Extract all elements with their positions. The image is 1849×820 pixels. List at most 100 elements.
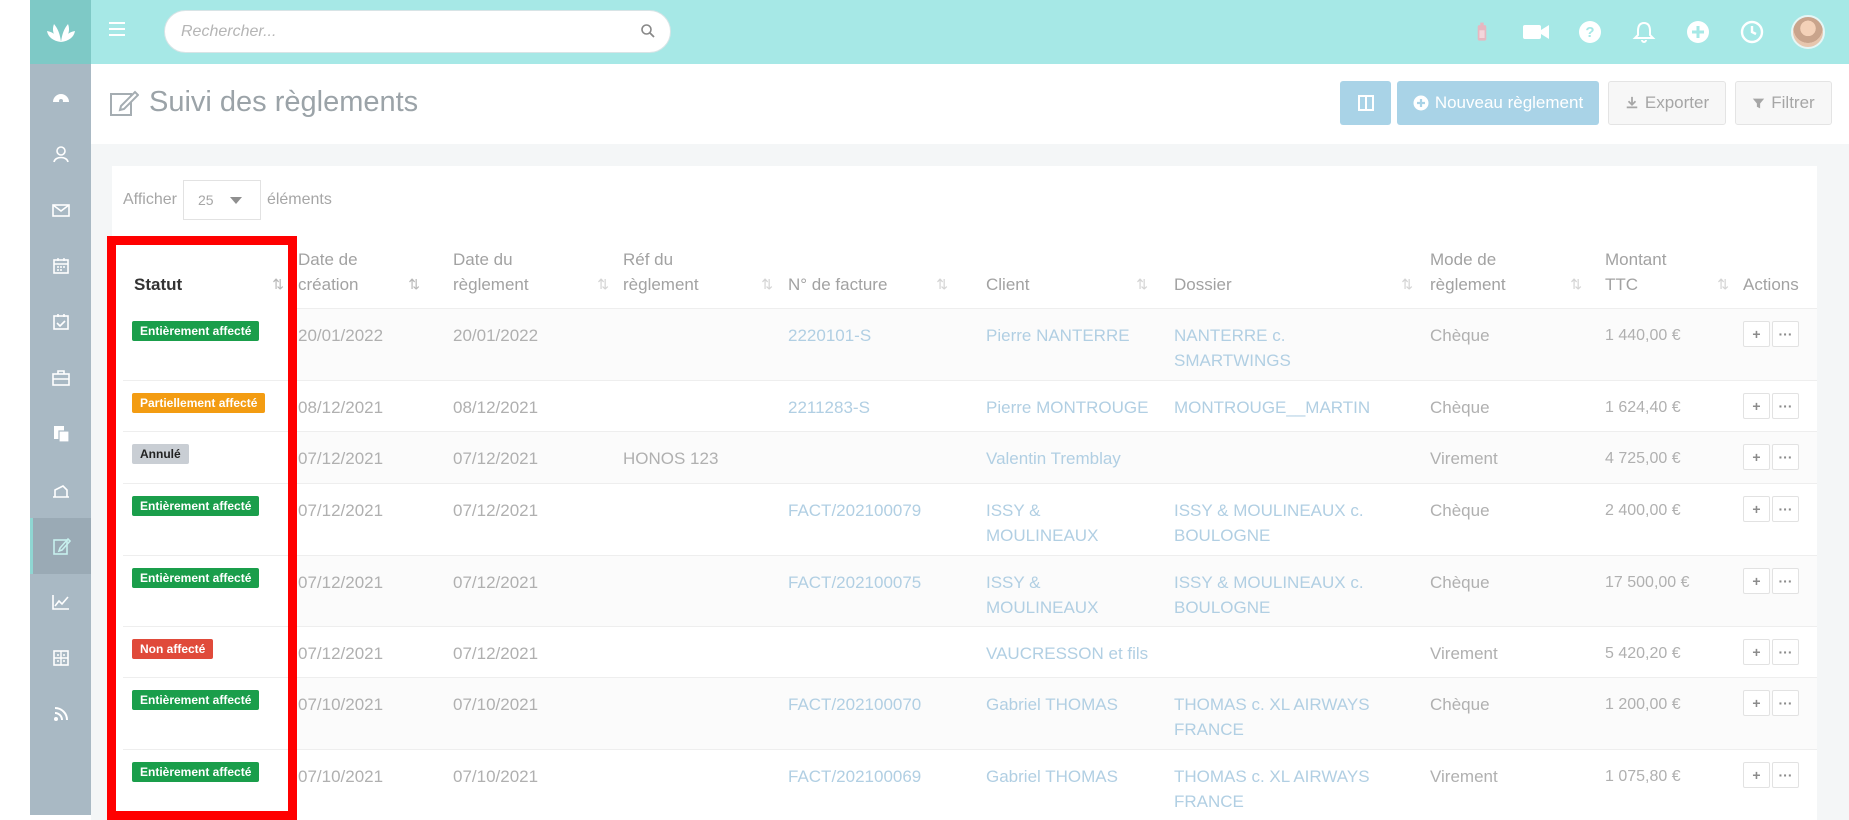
amount: 4 725,00 € <box>1605 450 1681 467</box>
client-link[interactable]: Valentin Tremblay <box>986 446 1121 471</box>
table-row[interactable]: Entièrement affecté 07/10/2021 07/10/202… <box>123 750 1817 820</box>
col-statut[interactable]: Statut ⇅ <box>123 234 294 309</box>
table-row[interactable]: Entièrement affecté 20/01/2022 20/01/202… <box>123 309 1817 381</box>
col-mode[interactable]: Mode de règlement ⇅ <box>1430 234 1582 309</box>
new-payment-label: Nouveau règlement <box>1434 93 1584 112</box>
page-length-select[interactable]: 25 <box>182 180 261 220</box>
table-row[interactable]: Entièrement affecté 07/12/2021 07/12/202… <box>123 556 1817 627</box>
dossier-name: ISSY & MOULINEAUX c. <box>1174 501 1364 520</box>
client-link[interactable]: VAUCRESSON et fils <box>986 641 1148 666</box>
more-action-button[interactable]: ··· <box>1772 444 1799 470</box>
history-button[interactable] <box>1737 17 1767 47</box>
sidebar-item-dashboard[interactable] <box>30 70 91 126</box>
sidebar-item-cases[interactable] <box>30 350 91 406</box>
client-link[interactable]: ISSY & MOULINEAUX <box>986 498 1098 548</box>
sidebar-item-documents[interactable] <box>30 406 91 462</box>
dossier-name: THOMAS c. XL AIRWAYS <box>1174 767 1370 786</box>
notifications-button[interactable] <box>1629 17 1659 47</box>
add-action-button[interactable]: + <box>1743 690 1770 716</box>
table-row[interactable]: Entièrement affecté 07/12/2021 07/12/202… <box>123 484 1817 556</box>
more-action-button[interactable]: ··· <box>1772 496 1799 522</box>
export-button[interactable]: Exporter <box>1608 81 1726 125</box>
add-action-button[interactable]: + <box>1743 568 1770 594</box>
sidebar-item-payments[interactable] <box>30 518 91 574</box>
columns-toggle-button[interactable] <box>1340 81 1391 125</box>
new-payment-button[interactable]: Nouveau règlement <box>1397 81 1599 125</box>
dossier-name: NANTERRE c. <box>1174 326 1286 345</box>
filter-button[interactable]: Filtrer <box>1735 81 1832 125</box>
col-ref[interactable]: Réf du règlement ⇅ <box>623 234 773 309</box>
status-badge: Entièrement affecté <box>132 762 260 782</box>
col-date-creation[interactable]: Date de création ⇅ <box>298 234 420 309</box>
avatar[interactable] <box>1791 15 1825 49</box>
dossier-link[interactable]: ISSY & MOULINEAUX c. BOULOGNE <box>1174 498 1364 548</box>
invoice-link[interactable]: FACT/202100070 <box>788 692 921 717</box>
statut-cell: Entièrement affecté <box>123 678 294 749</box>
more-action-button[interactable]: ··· <box>1772 568 1799 594</box>
help-button[interactable]: ? <box>1575 17 1605 47</box>
search-icon[interactable] <box>640 23 656 39</box>
dossier-link[interactable]: ISSY & MOULINEAUX c. BOULOGNE <box>1174 570 1364 620</box>
dossier-link[interactable]: NANTERRE c. SMARTWINGS <box>1174 323 1291 373</box>
sidebar-item-billing[interactable] <box>30 462 91 518</box>
menu-toggle-icon[interactable] <box>109 22 125 36</box>
sidebar-item-calculator[interactable] <box>30 630 91 686</box>
add-action-button[interactable]: + <box>1743 444 1770 470</box>
client-link[interactable]: Gabriel THOMAS <box>986 764 1118 789</box>
col-client[interactable]: Client ⇅ <box>986 234 1148 309</box>
invoice-link[interactable]: 2211283-S <box>788 395 870 420</box>
invoice-link[interactable]: FACT/202100079 <box>788 498 921 523</box>
tasks-icon <box>52 314 69 330</box>
dossier-link[interactable]: THOMAS c. XL AIRWAYS FRANCE <box>1174 764 1370 814</box>
dossier-name: FRANCE <box>1174 792 1244 811</box>
client-link[interactable]: Pierre NANTERRE <box>986 323 1130 348</box>
client-name: Valentin Tremblay <box>986 449 1121 468</box>
add-action-button[interactable]: + <box>1743 762 1770 788</box>
sidebar-item-tasks[interactable] <box>30 294 91 350</box>
more-action-button[interactable]: ··· <box>1772 393 1799 419</box>
col-date-reglement[interactable]: Date du règlement ⇅ <box>453 234 609 309</box>
client-link[interactable]: Gabriel THOMAS <box>986 692 1118 717</box>
video-button[interactable] <box>1521 17 1551 47</box>
dossier-link[interactable]: MONTROUGE__MARTIN <box>1174 395 1370 420</box>
documents-icon <box>53 426 70 443</box>
invoice-link[interactable]: 2220101-S <box>788 323 871 348</box>
sidebar-item-contacts[interactable] <box>30 126 91 182</box>
sidebar-item-rss[interactable] <box>30 686 91 742</box>
more-action-button[interactable]: ··· <box>1772 690 1799 716</box>
add-action-button[interactable]: + <box>1743 496 1770 522</box>
statut-cell: Annulé <box>123 432 294 483</box>
sidebar-item-calendar[interactable] <box>30 238 91 294</box>
more-action-button[interactable]: ··· <box>1772 639 1799 665</box>
add-button[interactable] <box>1683 17 1713 47</box>
timer-button[interactable] <box>1467 17 1497 47</box>
sidebar-item-stats[interactable] <box>30 574 91 630</box>
more-action-button[interactable]: ··· <box>1772 321 1799 347</box>
sidebar-item-mail[interactable] <box>30 182 91 238</box>
table-row[interactable]: Annulé 07/12/2021 07/12/2021 HONOS 123 V… <box>123 432 1817 484</box>
add-action-button[interactable]: + <box>1743 321 1770 347</box>
dossier-name: MONTROUGE__MARTIN <box>1174 398 1371 417</box>
filter-label: Filtrer <box>1771 93 1815 112</box>
col-montant[interactable]: Montant TTC ⇅ <box>1605 234 1729 309</box>
table-row[interactable]: Non affecté 07/12/2021 07/12/2021 VAUCRE… <box>123 627 1817 678</box>
filter-icon <box>1753 98 1765 108</box>
dossier-link[interactable]: THOMAS c. XL AIRWAYS FRANCE <box>1174 692 1370 742</box>
statut-cell: Partiellement affecté <box>123 381 294 431</box>
search-input[interactable] <box>165 11 615 52</box>
add-action-button[interactable]: + <box>1743 639 1770 665</box>
client-link[interactable]: Pierre MONTROUGE <box>986 395 1148 420</box>
client-link[interactable]: ISSY & MOULINEAUX <box>986 570 1098 620</box>
col-facture[interactable]: N° de facture ⇅ <box>788 234 948 309</box>
more-action-button[interactable]: ··· <box>1772 762 1799 788</box>
dossier-name: FRANCE <box>1174 720 1244 739</box>
date-creation: 07/12/2021 <box>298 573 384 592</box>
col-dossier[interactable]: Dossier ⇅ <box>1174 234 1413 309</box>
invoice-link[interactable]: FACT/202100069 <box>788 764 921 789</box>
col-montant-label: Montant <box>1605 250 1667 269</box>
invoice-link[interactable]: FACT/202100075 <box>788 570 921 595</box>
app-logo[interactable] <box>30 0 91 64</box>
table-row[interactable]: Entièrement affecté 07/10/2021 07/10/202… <box>123 678 1817 750</box>
add-action-button[interactable]: + <box>1743 393 1770 419</box>
table-row[interactable]: Partiellement affecté 08/12/2021 08/12/2… <box>123 381 1817 432</box>
